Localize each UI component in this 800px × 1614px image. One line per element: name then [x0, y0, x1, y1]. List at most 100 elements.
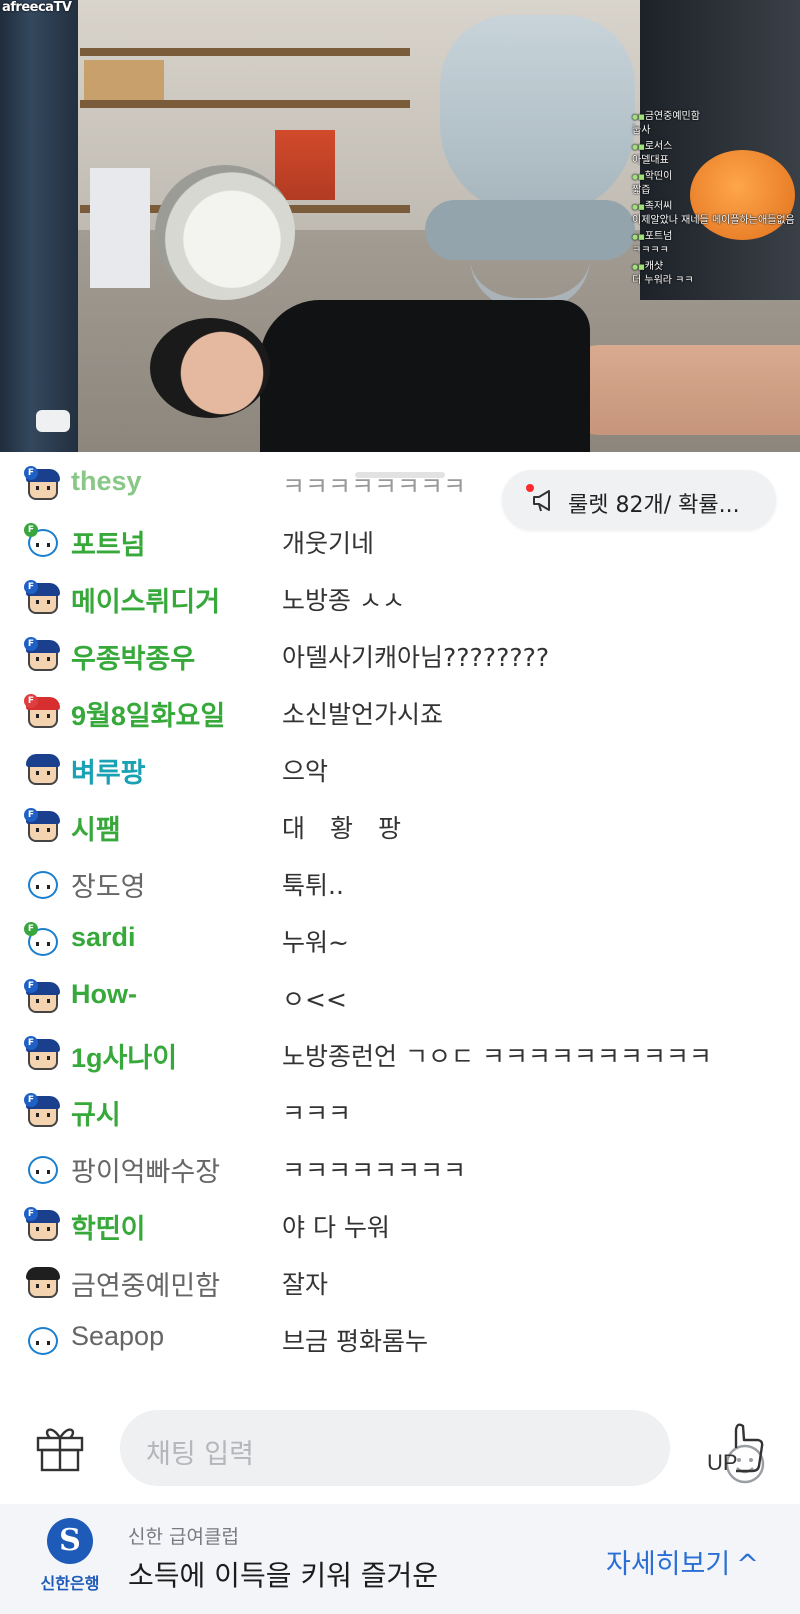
avatar-cap — [26, 1267, 60, 1280]
video-person-head — [150, 318, 270, 418]
video-shelf — [80, 100, 410, 108]
chat-message-row[interactable]: Fsardi 누워~ — [0, 912, 800, 970]
video-chat-overlay: 금연중예민함눕사로서스아델대표학띤이짧즙족저씨이제알았나 재네들 메이플하는애들… — [632, 110, 800, 290]
chat-username[interactable]: 포트넘 — [71, 523, 146, 562]
ad-more-link[interactable]: 자세히보기 ^ — [606, 1542, 759, 1581]
chat-username[interactable]: 우종박종우 — [71, 637, 195, 676]
chat-message-row[interactable]: F 1g사나이 노방종런언 ㄱㅇㄷ ㅋㅋㅋㅋㅋㅋㅋㅋㅋㅋ — [0, 1026, 800, 1084]
user-avatar-icon[interactable]: F — [24, 694, 60, 730]
user-avatar-icon[interactable]: F — [24, 580, 60, 616]
chat-message-text: 대 황 팡 — [282, 814, 402, 843]
user-avatar-icon[interactable] — [24, 1264, 60, 1300]
chat-username[interactable]: Seapop — [71, 1321, 164, 1352]
avatar-eyes — [36, 486, 50, 490]
chat-username[interactable]: thesy — [71, 466, 142, 497]
chat-message-text: 툭튀.. — [282, 871, 344, 900]
user-avatar-icon[interactable]: F — [24, 922, 60, 958]
chat-message-text: ㅇ<< — [282, 985, 347, 1014]
chat-username[interactable]: 1g사나이 — [71, 1036, 177, 1075]
video-red-boxes — [275, 130, 335, 200]
chat-username[interactable]: 규시 — [71, 1093, 121, 1132]
chat-message-row[interactable]: F 9월8일화요일 소신발언가시죠 — [0, 684, 800, 742]
avatar-eyes — [36, 1113, 50, 1117]
chat-panel[interactable]: Fthesy ㅋㅋㅋㅋㅋㅋㅋㅋ F 포트넘 개웃기네 F 메이스뤼디거 노방종 ㅅㅅ F 우종박종… — [0, 452, 800, 1392]
chat-username[interactable]: 메이스뤼디거 — [71, 580, 220, 619]
user-avatar-icon[interactable]: F — [24, 523, 60, 559]
chat-message-text: 노방종 ㅅㅅ — [282, 586, 405, 615]
video-person-legs — [560, 345, 800, 435]
fan-badge-icon: F — [24, 637, 38, 651]
fan-badge-icon: F — [24, 922, 38, 936]
user-avatar-icon[interactable]: F — [24, 1207, 60, 1243]
ad-banner[interactable]: S 신한은행 신한 급여클럽 소득에 이득을 키워 즐거운 자세히보기 ^ — [0, 1504, 800, 1614]
chat-message-row[interactable]: 금연중예민함 잘자 — [0, 1254, 800, 1312]
overlay-chat-name: 금연중예민함 — [632, 110, 800, 124]
chat-message-row[interactable]: F 학띤이 야 다 누워 — [0, 1197, 800, 1255]
fan-badge-icon: F — [24, 466, 38, 480]
chat-message-text: 소신발언가시죠 — [282, 700, 444, 729]
user-avatar-icon[interactable]: F — [24, 637, 60, 673]
chat-message-row[interactable]: 장도영 툭튀.. — [0, 855, 800, 913]
user-avatar-icon[interactable]: F — [24, 808, 60, 844]
avatar-eyes — [36, 657, 50, 661]
chat-message-row[interactable]: F 시팸 대 황 팡 — [0, 798, 800, 856]
chat-message-row[interactable]: F 메이스뤼디거 노방종 ㅅㅅ — [0, 570, 800, 628]
avatar-eyes — [36, 999, 50, 1003]
chat-message-text: ㅋㅋㅋㅋㅋㅋㅋㅋ — [282, 1156, 467, 1185]
video-office-chair-seat — [425, 200, 635, 260]
chat-message-text: 노방종런언 ㄱㅇㄷ ㅋㅋㅋㅋㅋㅋㅋㅋㅋㅋ — [282, 1042, 712, 1071]
chat-username[interactable]: 9월8일화요일 — [71, 694, 225, 733]
user-avatar-icon[interactable]: F — [24, 466, 60, 502]
chat-message-row[interactable]: 팡이억빠수장 ㅋㅋㅋㅋㅋㅋㅋㅋ — [0, 1140, 800, 1198]
roulette-notice-text: 룰렛 82개/ 확률... — [568, 493, 740, 518]
chat-message-row[interactable]: F 규시 ㅋㅋㅋ — [0, 1083, 800, 1141]
user-avatar-icon[interactable] — [24, 1321, 60, 1357]
chat-username[interactable]: 시팸 — [71, 808, 121, 847]
chat-username[interactable]: sardi — [71, 922, 136, 953]
overlay-chat-message: 눕사 — [632, 125, 651, 136]
user-avatar-icon[interactable] — [24, 751, 60, 787]
chevron-up-icon: ^ — [736, 1549, 759, 1580]
chat-username[interactable]: 학띤이 — [71, 1207, 146, 1246]
roulette-notice-button[interactable]: 룰렛 82개/ 확률... — [502, 470, 776, 530]
chat-message-text: 누워~ — [282, 928, 349, 957]
thumbs-up-icon[interactable]: UP — [706, 1418, 766, 1476]
overlay-chat-name: 로서스 — [632, 140, 800, 154]
chat-message-row[interactable]: 벼루팡 으악 — [0, 741, 800, 799]
overlay-chat-name: 족저씨 — [632, 200, 800, 214]
fan-badge-icon: F — [24, 808, 38, 822]
avatar-eyes — [36, 1227, 50, 1231]
video-player[interactable]: afreecaTV 금연중예민함눕사로서스아델대표학띤이짧즙족저씨이제알았나 재… — [0, 0, 800, 452]
video-box — [90, 168, 150, 288]
chat-message-row[interactable]: Seapop 브금 평화롬누 — [0, 1311, 800, 1369]
user-avatar-icon[interactable] — [24, 865, 60, 901]
chat-message-text: 야 다 누워 — [282, 1213, 390, 1242]
fan-badge-icon: F — [24, 979, 38, 993]
fan-badge-icon: F — [24, 694, 38, 708]
video-box — [84, 60, 164, 100]
notice-dot — [526, 484, 534, 492]
overlay-chat-name: 포트넘 — [632, 230, 800, 244]
fan-badge-icon: F — [24, 1207, 38, 1221]
gift-icon[interactable] — [34, 1420, 86, 1474]
ad-brand: 신한은행 — [40, 1574, 100, 1593]
chat-username[interactable]: 장도영 — [71, 865, 146, 904]
avatar-eyes — [36, 1056, 50, 1060]
chat-message-row[interactable]: F How- ㅇ<< — [0, 969, 800, 1027]
chat-message-row[interactable]: F 우종박종우 아델사기캐아님???????? — [0, 627, 800, 685]
shinhan-bank-logo: S 신한은행 — [30, 1518, 110, 1602]
chat-username[interactable]: 벼루팡 — [71, 751, 146, 790]
avatar-eyes — [36, 714, 50, 718]
user-avatar-icon[interactable]: F — [24, 1093, 60, 1129]
up-label: UP — [707, 1450, 738, 1475]
chat-username[interactable]: How- — [71, 979, 137, 1010]
chat-username[interactable]: 금연중예민함 — [71, 1264, 220, 1303]
user-avatar-icon[interactable]: F — [24, 1036, 60, 1072]
avatar-eyes — [36, 942, 50, 946]
chat-input-field[interactable]: 채팅 입력 — [120, 1410, 765, 1486]
overlay-chat-message: 짧즙 — [632, 185, 651, 196]
user-avatar-icon[interactable] — [24, 1150, 60, 1186]
ad-more-label: 자세히보기 — [606, 1549, 731, 1580]
chat-username[interactable]: 팡이억빠수장 — [71, 1150, 220, 1189]
user-avatar-icon[interactable]: F — [24, 979, 60, 1015]
